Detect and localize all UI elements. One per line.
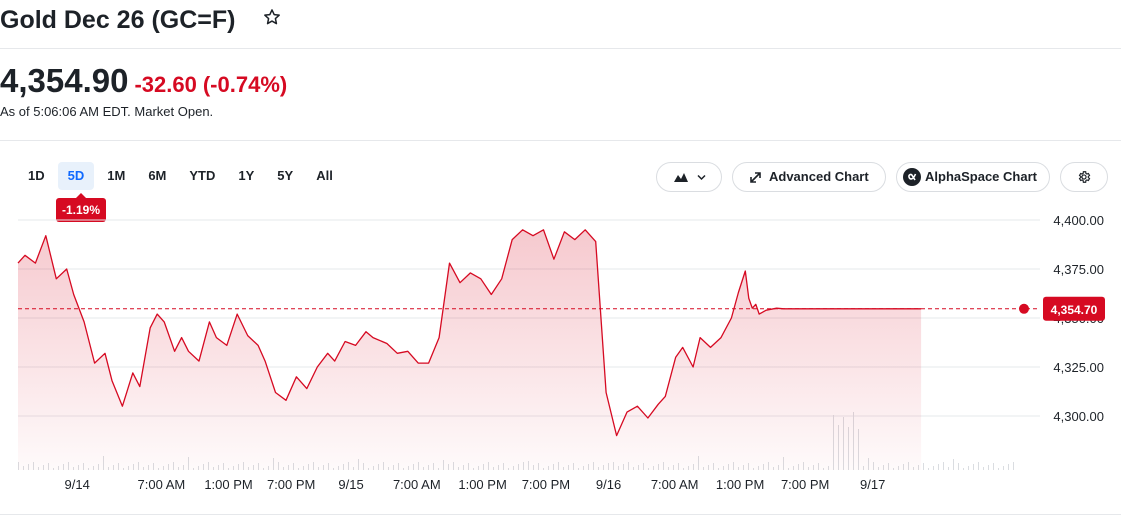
star-icon[interactable] bbox=[262, 7, 282, 27]
last-price: 4,354.90 bbox=[0, 62, 129, 99]
x-tick-label: 1:00 PM bbox=[716, 477, 764, 492]
x-tick-label: 7:00 PM bbox=[781, 477, 829, 492]
y-tick-label: 4,325.00 bbox=[1053, 360, 1104, 375]
volume-bar bbox=[953, 459, 954, 470]
volume-bar bbox=[928, 468, 929, 470]
range-1y[interactable]: 1Y bbox=[228, 162, 264, 190]
x-tick-label: 9/15 bbox=[338, 477, 363, 492]
volume-bar bbox=[933, 466, 934, 470]
range-5y[interactable]: 5Y bbox=[267, 162, 303, 190]
volume-bar bbox=[978, 462, 979, 470]
volume-bar bbox=[923, 463, 924, 470]
volume-bar bbox=[988, 465, 989, 470]
volume-bar bbox=[938, 464, 939, 470]
advanced-chart-label: Advanced Chart bbox=[769, 169, 869, 184]
title-row: Gold Dec 26 (GC=F) bbox=[0, 0, 1121, 49]
range-1m[interactable]: 1M bbox=[97, 162, 135, 190]
volume-bar bbox=[1013, 462, 1014, 470]
chart-settings-button[interactable] bbox=[1060, 162, 1108, 192]
volume-bar bbox=[998, 468, 999, 470]
alphaspace-chart-button[interactable]: AlphaSpace Chart bbox=[896, 162, 1050, 192]
y-tick-label: 4,375.00 bbox=[1053, 262, 1104, 277]
chevron-down-icon bbox=[697, 174, 706, 181]
volume-bar bbox=[993, 463, 994, 470]
last-price-label: 4,354.70 bbox=[1051, 303, 1098, 317]
x-tick-label: 9/16 bbox=[596, 477, 621, 492]
range-6m[interactable]: 6M bbox=[138, 162, 176, 190]
y-tick-label: 4,400.00 bbox=[1053, 213, 1104, 228]
expand-icon bbox=[750, 172, 761, 183]
range-all[interactable]: All bbox=[306, 162, 343, 190]
quote-summary: 4,354.90 -32.60 (-0.74%) bbox=[0, 62, 287, 100]
range-1d[interactable]: 1D bbox=[18, 162, 55, 190]
volume-bar bbox=[1003, 466, 1004, 470]
x-tick-label: 7:00 PM bbox=[267, 477, 315, 492]
chart-type-dropdown[interactable] bbox=[656, 162, 722, 192]
price-area-fill bbox=[18, 229, 922, 470]
last-price-dot bbox=[1019, 303, 1029, 314]
volume-bar bbox=[1008, 464, 1009, 470]
volume-bar bbox=[973, 464, 974, 470]
divider bbox=[0, 140, 1121, 141]
price-change: -32.60 bbox=[134, 72, 197, 97]
volume-bar bbox=[958, 463, 959, 470]
volume-bar bbox=[963, 468, 964, 470]
range-selector: 1D 5D 1M 6M YTD 1Y 5Y All bbox=[18, 162, 346, 190]
price-change-percent: (-0.74%) bbox=[202, 72, 288, 97]
x-tick-label: 7:00 AM bbox=[138, 477, 186, 492]
x-tick-label: 1:00 PM bbox=[458, 477, 506, 492]
y-tick-label: 4,300.00 bbox=[1053, 409, 1104, 424]
volume-bar bbox=[943, 462, 944, 470]
market-time-note: As of 5:06:06 AM EDT. Market Open. bbox=[0, 104, 214, 119]
bottom-divider bbox=[0, 514, 1121, 515]
range-5d[interactable]: 5D bbox=[57, 162, 95, 190]
price-chart[interactable]: 4,300.004,325.004,350.004,375.004,400.00… bbox=[0, 200, 1121, 516]
x-tick-label: 7:00 AM bbox=[651, 477, 699, 492]
alphaspace-chart-label: AlphaSpace Chart bbox=[925, 169, 1037, 184]
alphaspace-logo-icon bbox=[903, 168, 921, 186]
volume-bar bbox=[983, 467, 984, 470]
volume-bar bbox=[968, 466, 969, 470]
range-ytd[interactable]: YTD bbox=[179, 162, 225, 190]
advanced-chart-button[interactable]: Advanced Chart bbox=[732, 162, 886, 192]
price-chart-svg[interactable]: 4,300.004,325.004,350.004,375.004,400.00… bbox=[0, 200, 1121, 516]
volume-bar bbox=[948, 467, 949, 470]
gear-icon bbox=[1078, 171, 1091, 183]
x-tick-label: 1:00 PM bbox=[204, 477, 252, 492]
x-tick-label: 7:00 PM bbox=[522, 477, 570, 492]
x-tick-label: 9/17 bbox=[860, 477, 885, 492]
mountain-chart-icon bbox=[674, 173, 688, 182]
page-title: Gold Dec 26 (GC=F) bbox=[0, 6, 236, 34]
x-tick-label: 7:00 AM bbox=[393, 477, 441, 492]
x-tick-label: 9/14 bbox=[65, 477, 90, 492]
